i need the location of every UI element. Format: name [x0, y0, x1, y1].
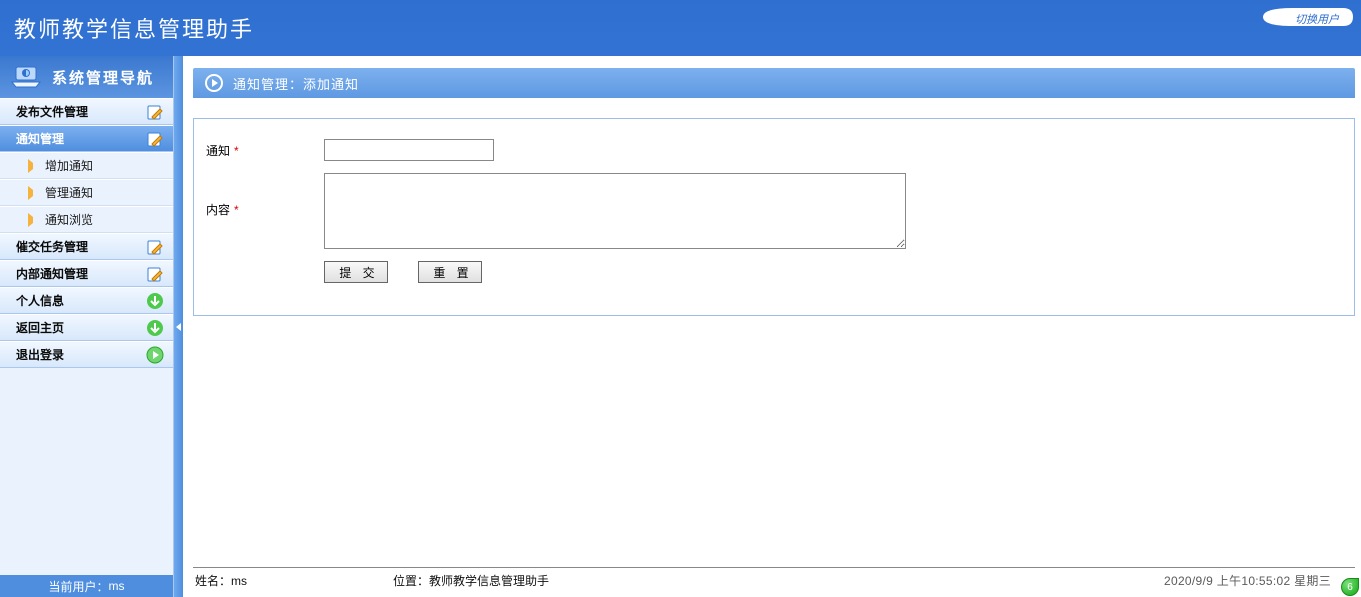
laptop-icon — [10, 65, 42, 89]
corner-badge[interactable]: 6 — [1341, 578, 1359, 596]
breadcrumb-title: 添加通知 — [303, 74, 359, 93]
form-row-content: 内容* — [204, 173, 1354, 249]
main-area: 系统管理导航 发布文件管理 通知管理 增加通知 管理通知 — [0, 56, 1361, 597]
edit-icon — [145, 264, 165, 284]
edit-icon — [145, 129, 165, 149]
nav-item-notice[interactable]: 通知管理 — [0, 125, 173, 152]
app-title: 教师教学信息管理助手 — [14, 12, 254, 44]
label-content: 内容* — [204, 173, 324, 218]
nav-item-profile[interactable]: 个人信息 — [0, 287, 173, 314]
nav-header-title: 系统管理导航 — [52, 67, 154, 88]
current-user-bar: 当前用户： ms — [0, 575, 173, 597]
nav-header: 系统管理导航 — [0, 56, 173, 98]
nav-item-task[interactable]: 催交任务管理 — [0, 233, 173, 260]
form-row-title: 通知* — [204, 139, 1354, 161]
status-datetime: 2020/9/9 上午10:55:02 星期三 — [1164, 572, 1355, 589]
switch-user-label: 切换用户 — [1295, 11, 1339, 27]
nav-item-home[interactable]: 返回主页 — [0, 314, 173, 341]
nav-item-publish[interactable]: 发布文件管理 — [0, 98, 173, 125]
status-name: 姓名：ms — [193, 572, 393, 589]
reset-button[interactable]: 重 置 — [418, 261, 482, 283]
submit-button[interactable]: 提 交 — [324, 261, 388, 283]
required-mark: * — [234, 203, 239, 217]
nav-sub-notice-view[interactable]: 通知浏览 — [0, 206, 173, 233]
nav-list: 发布文件管理 通知管理 增加通知 管理通知 通知浏览 催交任 — [0, 98, 173, 575]
notice-content-textarea[interactable] — [324, 173, 906, 249]
label-title: 通知* — [204, 139, 324, 159]
edit-icon — [145, 102, 165, 122]
current-user-value: ms — [109, 579, 125, 593]
play-green-icon — [145, 345, 165, 365]
play-circle-icon — [205, 74, 223, 92]
nav-sub-notice-add[interactable]: 增加通知 — [0, 152, 173, 179]
app-header: 教师教学信息管理助手 切换用户 — [0, 0, 1361, 56]
notice-title-input[interactable] — [324, 139, 494, 161]
status-location: 位置：教师教学信息管理助手 — [393, 572, 1164, 589]
switch-user-button[interactable]: 切换用户 — [1257, 6, 1353, 28]
breadcrumb-prefix: 通知管理： — [233, 74, 303, 93]
form-panel: 通知* 内容* 提 交 重 置 — [193, 118, 1355, 316]
nav-item-logout[interactable]: 退出登录 — [0, 341, 173, 368]
sidebar-collapse-handle[interactable] — [174, 56, 183, 597]
sidebar: 系统管理导航 发布文件管理 通知管理 增加通知 管理通知 — [0, 56, 174, 597]
nav-sub-notice-manage[interactable]: 管理通知 — [0, 179, 173, 206]
required-mark: * — [234, 144, 239, 158]
nav-item-internal[interactable]: 内部通知管理 — [0, 260, 173, 287]
edit-icon — [145, 237, 165, 257]
panel-header: 通知管理： 添加通知 — [193, 68, 1355, 98]
form-row-buttons: 提 交 重 置 — [204, 261, 1354, 283]
status-bar: 姓名：ms 位置：教师教学信息管理助手 2020/9/9 上午10:55:02 … — [193, 567, 1355, 591]
arrow-down-green-icon — [145, 318, 165, 338]
arrow-down-green-icon — [145, 291, 165, 311]
content-area: 通知管理： 添加通知 通知* 内容* 提 交 重 置 — [183, 56, 1361, 597]
current-user-label: 当前用户： — [48, 578, 108, 595]
